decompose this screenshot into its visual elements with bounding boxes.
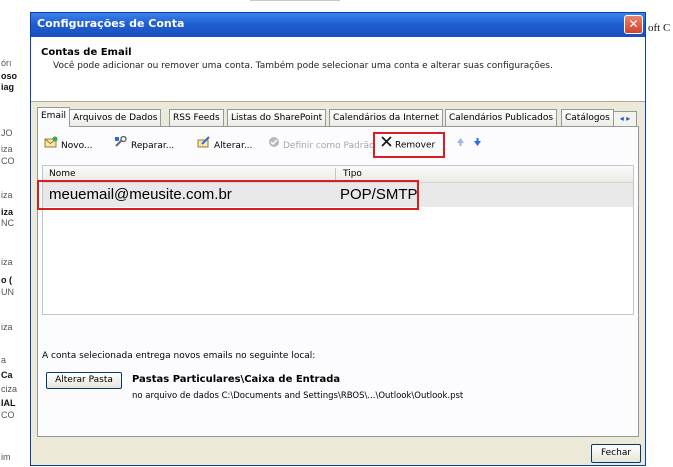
- delivery-location-text: A conta selecionada entrega novos emails…: [42, 351, 316, 361]
- bg-fragment: Ca: [1, 370, 13, 380]
- toolbar: Novo... Reparar... Alterar... Definir co…: [44, 132, 634, 158]
- background-app-left: órı oso iag JO iza CO iza iza NC iza o (…: [0, 0, 34, 467]
- bg-fragment: iag: [1, 82, 15, 92]
- close-button[interactable]: Fechar: [591, 444, 641, 463]
- bg-fragment: oso: [1, 71, 18, 81]
- delivery-folder-path: Pastas Particulares\Caixa de Entrada: [132, 374, 341, 385]
- account-name-cell: meuemail@meusite.com.br: [49, 186, 232, 203]
- bg-fragment: a: [1, 355, 7, 365]
- bg-fragment: NC: [1, 218, 14, 228]
- tab-internet-calendars[interactable]: Calendários da Internet: [329, 109, 443, 126]
- move-up-icon: [456, 136, 465, 154]
- bg-fragment: ciza: [1, 384, 18, 394]
- change-icon: [197, 136, 211, 155]
- tab-strip: Email Arquivos de Dados RSS Feeds Listas…: [37, 107, 641, 127]
- bg-fragment: CO: [1, 156, 15, 166]
- move-down-icon: [473, 136, 482, 154]
- tab-rss-feeds[interactable]: RSS Feeds: [169, 109, 224, 126]
- email-tab-panel: Novo... Reparar... Alterar... Definir co…: [37, 126, 639, 437]
- window-title: Configurações de Conta: [37, 17, 185, 30]
- section-description: Você pode adicionar ou remover uma conta…: [53, 61, 553, 71]
- bg-fragment: iza: [1, 144, 13, 154]
- bg-fragment: iza: [1, 207, 14, 217]
- account-settings-dialog: Configurações de Conta ✕ Contas de Email…: [30, 12, 646, 466]
- bg-fragment: iza: [1, 257, 13, 267]
- remove-button[interactable]: Remover: [381, 136, 435, 154]
- change-folder-button[interactable]: Alterar Pasta: [46, 372, 122, 389]
- move-down-button[interactable]: [473, 136, 485, 154]
- change-label: Alterar...: [214, 141, 253, 151]
- bg-fragment: CO: [1, 410, 15, 420]
- tab-published-calendars[interactable]: Calendários Publicados: [445, 109, 558, 126]
- bg-fragment: iza: [1, 190, 13, 200]
- section-title: Contas de Email: [41, 47, 132, 58]
- column-divider[interactable]: [335, 168, 336, 180]
- account-type-cell: POP/SMTP: [340, 186, 418, 203]
- tab-sharepoint-lists[interactable]: Listas do SharePoint: [227, 109, 327, 126]
- repair-button[interactable]: Reparar...: [114, 135, 175, 155]
- move-up-button[interactable]: [456, 136, 468, 154]
- account-list: Nome Tipo meuemail@meusite.com.br POP/SM…: [37, 165, 634, 315]
- bg-fragment: UN: [1, 287, 14, 297]
- title-bar[interactable]: Configurações de Conta ✕: [31, 13, 645, 37]
- new-account-button[interactable]: Novo...: [44, 136, 93, 154]
- data-file-path: no arquivo de dados C:\Documents and Set…: [132, 391, 464, 401]
- bg-fragment: o (: [1, 275, 12, 285]
- background-divider: [250, 0, 340, 4]
- new-account-icon: [44, 136, 58, 155]
- set-default-label: Definir como Padrão: [283, 141, 375, 151]
- new-account-label: Novo...: [61, 141, 93, 151]
- bg-fragment: im: [1, 452, 11, 462]
- tab-scroll-arrows-icon[interactable]: ◂ ▸: [613, 111, 637, 127]
- set-default-button[interactable]: Definir como Padrão: [268, 136, 374, 154]
- tab-email[interactable]: Email: [37, 107, 70, 127]
- repair-icon: [114, 135, 128, 155]
- bg-fragment: JO: [1, 128, 13, 138]
- remove-label: Remover: [395, 140, 436, 151]
- change-button[interactable]: Alterar...: [197, 136, 252, 154]
- x-icon: [381, 136, 392, 154]
- tab-address-books[interactable]: Catálogos: [561, 109, 614, 126]
- close-icon[interactable]: ✕: [624, 15, 643, 34]
- repair-label: Reparar...: [131, 141, 175, 151]
- table-row[interactable]: meuemail@meusite.com.br POP/SMTP: [37, 180, 633, 210]
- dialog-header: Contas de Email Você pode adicionar ou r…: [31, 37, 645, 102]
- background-app-right: oft C: [648, 22, 671, 34]
- check-icon: [268, 136, 280, 155]
- bg-fragment: órı: [1, 58, 12, 68]
- bg-fragment: iza: [1, 322, 13, 332]
- tab-data-files[interactable]: Arquivos de Dados: [69, 109, 162, 126]
- bg-fragment: IAL: [1, 398, 16, 408]
